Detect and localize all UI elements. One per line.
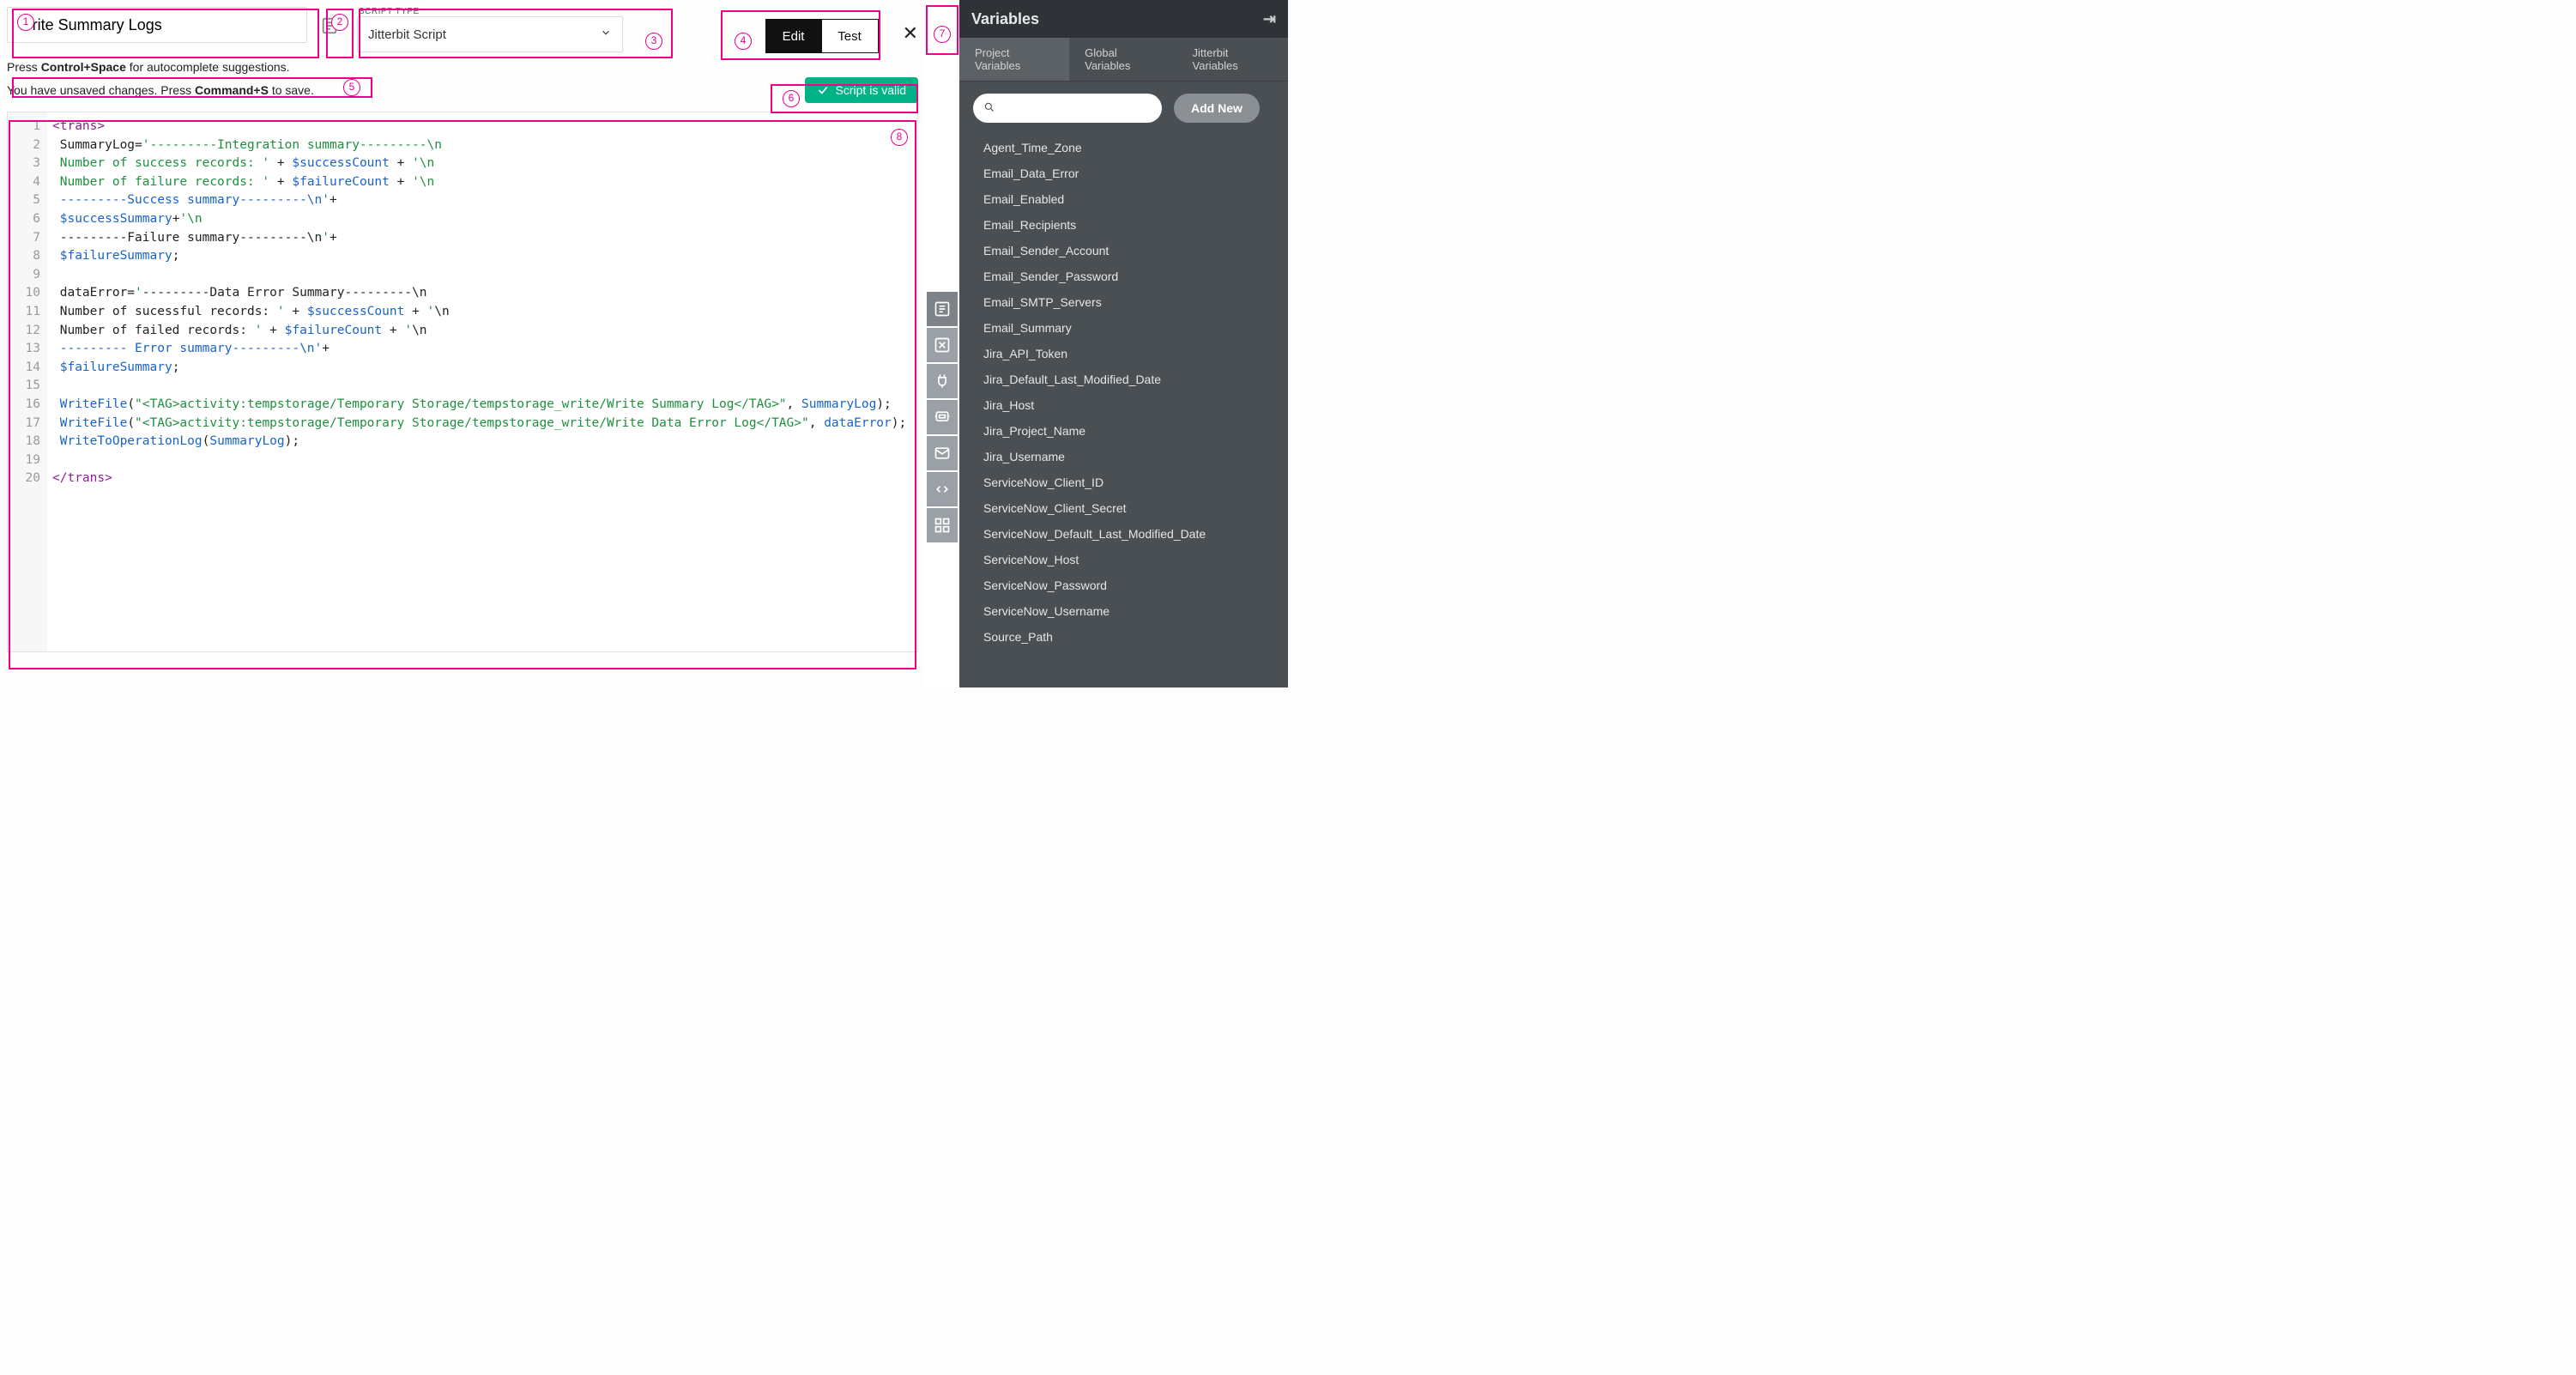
variable-item[interactable]: Jira_Username bbox=[983, 444, 1271, 469]
script-type-label: SCRIPT TYPE bbox=[357, 7, 623, 16]
variable-item[interactable]: ServiceNow_Password bbox=[983, 572, 1271, 598]
side-tab-functions-icon[interactable] bbox=[927, 292, 958, 326]
variable-item[interactable]: ServiceNow_Client_ID bbox=[983, 469, 1271, 495]
script-type-select[interactable]: Jitterbit Script bbox=[357, 16, 623, 52]
variables-search-input[interactable] bbox=[973, 94, 1162, 123]
variable-item[interactable]: Email_Enabled bbox=[983, 186, 1271, 212]
variable-item[interactable]: Jira_Project_Name bbox=[983, 418, 1271, 444]
variable-item[interactable]: ServiceNow_Client_Secret bbox=[983, 495, 1271, 521]
side-tab-operations-icon[interactable] bbox=[927, 400, 958, 434]
variable-item[interactable]: Email_SMTP_Servers bbox=[983, 289, 1271, 315]
side-tab-plugins-icon[interactable] bbox=[927, 364, 958, 398]
search-icon bbox=[983, 101, 995, 116]
variable-item[interactable]: ServiceNow_Default_Last_Modified_Date bbox=[983, 521, 1271, 547]
test-button[interactable]: Test bbox=[822, 19, 879, 53]
variable-item[interactable]: Jira_Default_Last_Modified_Date bbox=[983, 366, 1271, 392]
variable-item[interactable]: ServiceNow_Host bbox=[983, 547, 1271, 572]
variable-item[interactable]: Jira_Host bbox=[983, 392, 1271, 418]
code-editor[interactable]: 1234567891011121314151617181920 <trans> … bbox=[7, 112, 918, 652]
autocomplete-hint: Press Control+Space for autocomplete sug… bbox=[7, 60, 918, 74]
variable-item[interactable]: ServiceNow_Username bbox=[983, 598, 1271, 624]
variable-item[interactable]: Jira_API_Token bbox=[983, 341, 1271, 366]
side-tab-endpoints-icon[interactable] bbox=[927, 508, 958, 542]
close-icon[interactable]: ✕ bbox=[903, 22, 918, 45]
variable-item[interactable]: Agent_Time_Zone bbox=[983, 135, 1271, 161]
side-tab-scripts-icon[interactable] bbox=[927, 472, 958, 506]
variables-panel-title: Variables bbox=[971, 10, 1039, 28]
side-tab-notifications-icon[interactable] bbox=[927, 436, 958, 470]
script-valid-badge: Script is valid bbox=[805, 77, 918, 103]
unsaved-hint: You have unsaved changes. Press Command+… bbox=[7, 83, 314, 97]
variable-item[interactable]: Email_Summary bbox=[983, 315, 1271, 341]
variables-tab[interactable]: Global Variables bbox=[1069, 38, 1176, 81]
notes-icon[interactable] bbox=[316, 12, 343, 39]
edit-button[interactable]: Edit bbox=[765, 19, 822, 53]
script-name-input[interactable] bbox=[7, 7, 307, 43]
variables-tab[interactable]: Project Variables bbox=[959, 38, 1069, 81]
variable-item[interactable]: Email_Sender_Account bbox=[983, 238, 1271, 263]
add-new-button[interactable]: Add New bbox=[1174, 94, 1260, 123]
variable-item[interactable]: Email_Sender_Password bbox=[983, 263, 1271, 289]
variable-item[interactable]: Email_Recipients bbox=[983, 212, 1271, 238]
variable-item[interactable]: Source_Path bbox=[983, 624, 1271, 650]
side-tab-variables-icon[interactable] bbox=[927, 328, 958, 362]
variables-tab[interactable]: Jitterbit Variables bbox=[1177, 38, 1288, 81]
chevron-down-icon bbox=[600, 27, 612, 42]
variable-item[interactable]: Email_Data_Error bbox=[983, 161, 1271, 186]
collapse-panel-icon[interactable]: ⇥ bbox=[1263, 10, 1276, 28]
script-type-value: Jitterbit Script bbox=[368, 27, 446, 42]
